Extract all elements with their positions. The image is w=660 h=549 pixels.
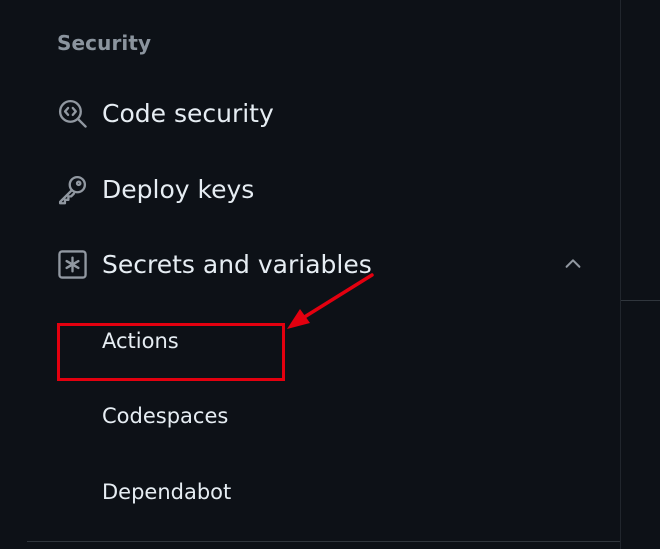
chevron-up-icon[interactable]	[560, 251, 586, 277]
codescan-icon	[56, 97, 89, 130]
sidebar-item-label: Code security	[102, 98, 274, 128]
annotation-arrow	[287, 273, 374, 329]
asterisk-box-icon	[56, 248, 89, 281]
divider	[27, 541, 620, 542]
content-divider	[621, 300, 660, 301]
sidebar-subitem-codespaces[interactable]: Codespaces	[0, 395, 620, 437]
key-icon	[56, 173, 89, 206]
section-heading-security: Security	[57, 31, 152, 55]
sidebar-subitem-label: Codespaces	[102, 404, 229, 428]
sidebar-subitem-dependabot[interactable]: Dependabot	[0, 471, 620, 513]
sidebar-item-deploy-keys[interactable]: Deploy keys	[0, 163, 620, 215]
panel-border	[620, 0, 621, 549]
sidebar-item-code-security[interactable]: Code security	[0, 87, 620, 139]
sidebar-item-label: Deploy keys	[102, 174, 255, 204]
highlight-box	[57, 323, 285, 381]
sidebar-subitem-label: Dependabot	[102, 480, 232, 504]
